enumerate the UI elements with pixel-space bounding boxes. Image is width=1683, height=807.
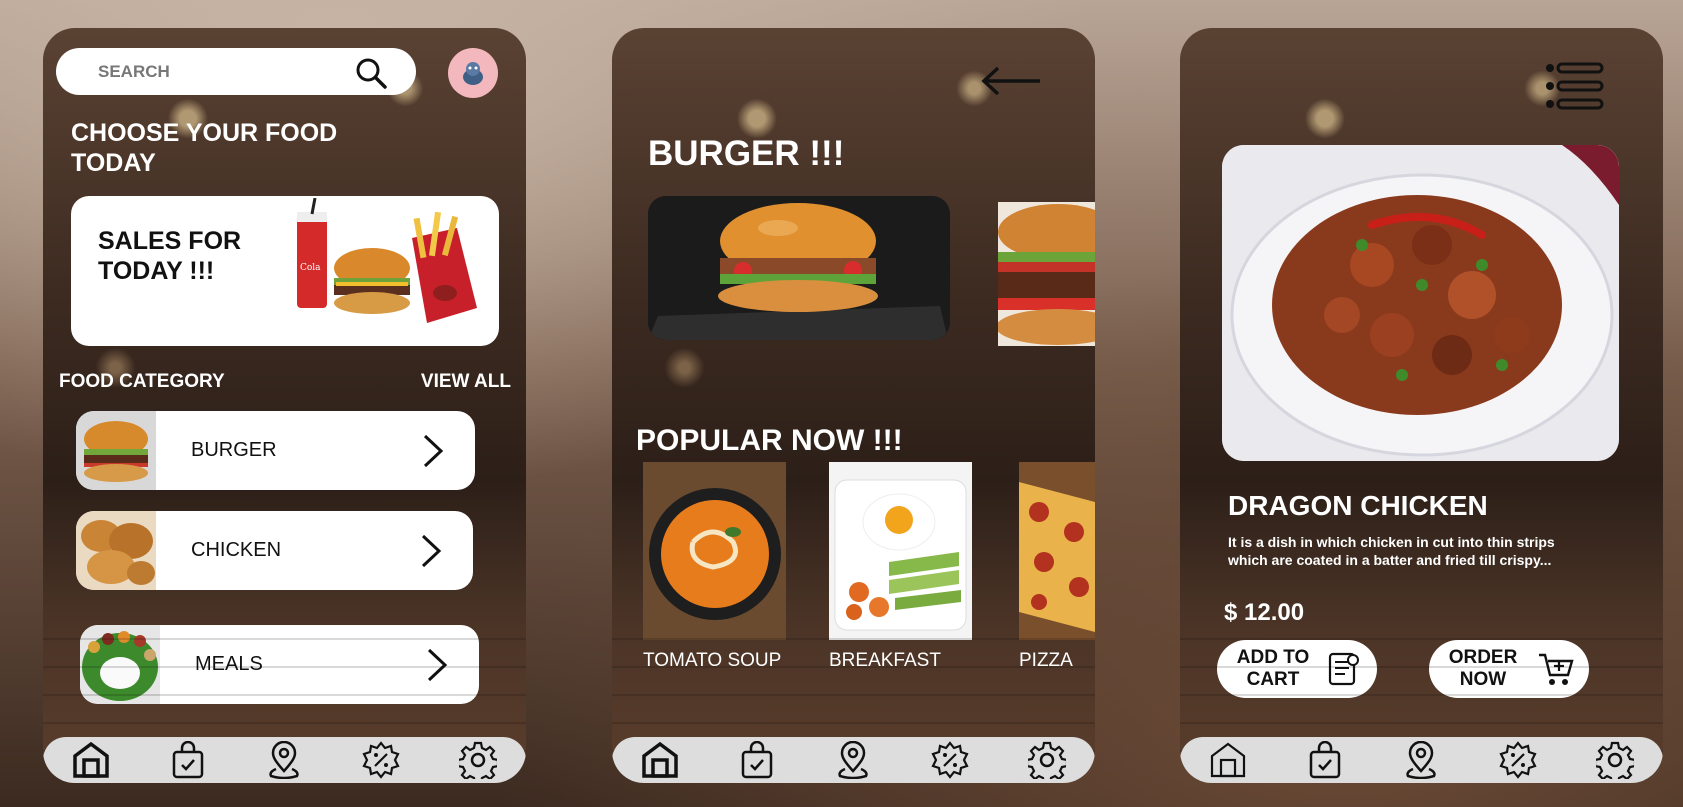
nav-orders[interactable] — [735, 738, 779, 782]
receipt-icon — [1328, 652, 1359, 686]
tomato-soup-image — [643, 462, 786, 640]
sales-banner[interactable]: SALES FOR TODAY !!! Cola — [71, 196, 499, 346]
search-icon[interactable] — [354, 56, 388, 95]
chevron-right-icon — [421, 534, 442, 567]
bottom-nav — [43, 737, 526, 783]
food-category-title: FOOD CATEGORY — [59, 371, 225, 392]
settings-icon — [1595, 741, 1634, 779]
nav-location[interactable] — [1399, 738, 1443, 782]
svg-text:Cola: Cola — [300, 263, 321, 273]
detail-screen: DRAGON CHICKEN It is a dish in which chi… — [1180, 28, 1663, 783]
home-icon — [642, 741, 679, 778]
nav-home[interactable] — [1206, 738, 1250, 782]
popular-item-label: TOMATO SOUP — [643, 650, 782, 671]
category-item-chicken[interactable]: CHICKEN — [76, 511, 473, 590]
dish-description: It is a dish in which chicken in cut int… — [1228, 533, 1606, 569]
dish-image — [1222, 145, 1619, 461]
user-avatar-icon — [463, 62, 483, 85]
nav-location[interactable] — [262, 738, 306, 782]
add-to-cart-button[interactable]: ADD TO CART — [1217, 640, 1377, 698]
featured-burger-card[interactable] — [648, 196, 950, 340]
nav-offers[interactable] — [359, 738, 403, 782]
burger-peek-image — [998, 202, 1095, 346]
order-now-label: ORDER NOW — [1448, 647, 1518, 690]
pizza-image — [1019, 462, 1095, 640]
shopping-bag-icon — [172, 741, 204, 779]
nav-orders[interactable] — [166, 738, 210, 782]
discount-badge-icon — [931, 741, 969, 779]
nav-offers[interactable] — [928, 738, 972, 782]
breakfast-image — [829, 462, 972, 640]
home-screen: CHOOSE YOUR FOOD TODAY SALES FOR TODAY !… — [43, 28, 526, 783]
category-title: BURGER !!! — [648, 134, 845, 173]
shopping-bag-icon — [741, 741, 773, 779]
burger-thumbnail — [76, 411, 156, 490]
nav-location[interactable] — [831, 738, 875, 782]
category-screen: BURGER !!! POPULAR NOW !!! TOMATO SOUP B… — [612, 28, 1095, 783]
order-now-button[interactable]: ORDER NOW — [1429, 640, 1589, 698]
popular-item-label: BREAKFAST — [829, 650, 941, 671]
chevron-right-icon — [427, 648, 448, 681]
nav-offers[interactable] — [1496, 738, 1540, 782]
dish-price: $ 12.00 — [1224, 599, 1305, 626]
dish-name: DRAGON CHICKEN — [1228, 490, 1488, 521]
category-item-meals[interactable]: MEALS — [80, 625, 479, 704]
nav-home[interactable] — [69, 738, 113, 782]
discount-badge-icon — [1499, 741, 1537, 779]
nav-home[interactable] — [638, 738, 682, 782]
discount-badge-icon — [362, 741, 400, 779]
view-all-link[interactable]: VIEW ALL — [421, 371, 511, 393]
page-title: CHOOSE YOUR FOOD TODAY — [71, 119, 338, 177]
settings-icon — [1027, 741, 1066, 779]
sales-banner-title: SALES FOR TODAY !!! — [98, 227, 242, 285]
cart-plus-icon — [1539, 653, 1574, 685]
meals-thumbnail — [80, 625, 160, 704]
nav-settings[interactable] — [456, 738, 500, 782]
category-label: CHICKEN — [191, 539, 282, 561]
search-input[interactable] — [96, 60, 350, 83]
chicken-thumbnail — [76, 511, 156, 590]
category-label: BURGER — [191, 439, 277, 461]
bottom-nav — [1180, 737, 1663, 783]
category-item-burger[interactable]: BURGER — [76, 411, 475, 490]
location-pin-icon — [269, 741, 300, 779]
shopping-bag-icon — [1309, 741, 1341, 779]
combo-meal-image: Cola — [297, 198, 477, 323]
dish-description-line: It is a dish in which chicken in cut int… — [1228, 534, 1555, 550]
food-category-header: FOOD CATEGORY VIEW ALL — [59, 371, 511, 393]
avatar[interactable] — [448, 48, 498, 98]
nav-settings[interactable] — [1025, 738, 1069, 782]
burger-card-peek[interactable] — [998, 202, 1095, 346]
add-to-cart-label: ADD TO CART — [1236, 647, 1310, 690]
popular-item-breakfast[interactable]: BREAKFAST — [829, 462, 972, 672]
home-icon — [1211, 742, 1246, 778]
popular-item-pizza[interactable]: PIZZA — [1019, 462, 1095, 672]
search-bar[interactable] — [56, 48, 416, 95]
menu-list-icon[interactable] — [1544, 62, 1604, 110]
dish-description-line: which are coated in a batter and fried t… — [1228, 552, 1552, 568]
featured-burger-image — [648, 196, 950, 340]
category-label: MEALS — [195, 653, 263, 675]
bottom-nav — [612, 737, 1095, 783]
popular-item-label: PIZZA — [1019, 650, 1073, 671]
home-icon — [73, 741, 110, 778]
back-arrow-icon[interactable] — [980, 66, 1042, 96]
chevron-right-icon — [423, 434, 444, 467]
nav-orders[interactable] — [1303, 738, 1347, 782]
popular-title: POPULAR NOW !!! — [636, 424, 903, 457]
popular-item-tomato-soup[interactable]: TOMATO SOUP — [643, 462, 786, 672]
location-pin-icon — [838, 741, 869, 779]
nav-settings[interactable] — [1593, 738, 1637, 782]
settings-icon — [458, 741, 497, 779]
location-pin-icon — [1406, 741, 1437, 779]
